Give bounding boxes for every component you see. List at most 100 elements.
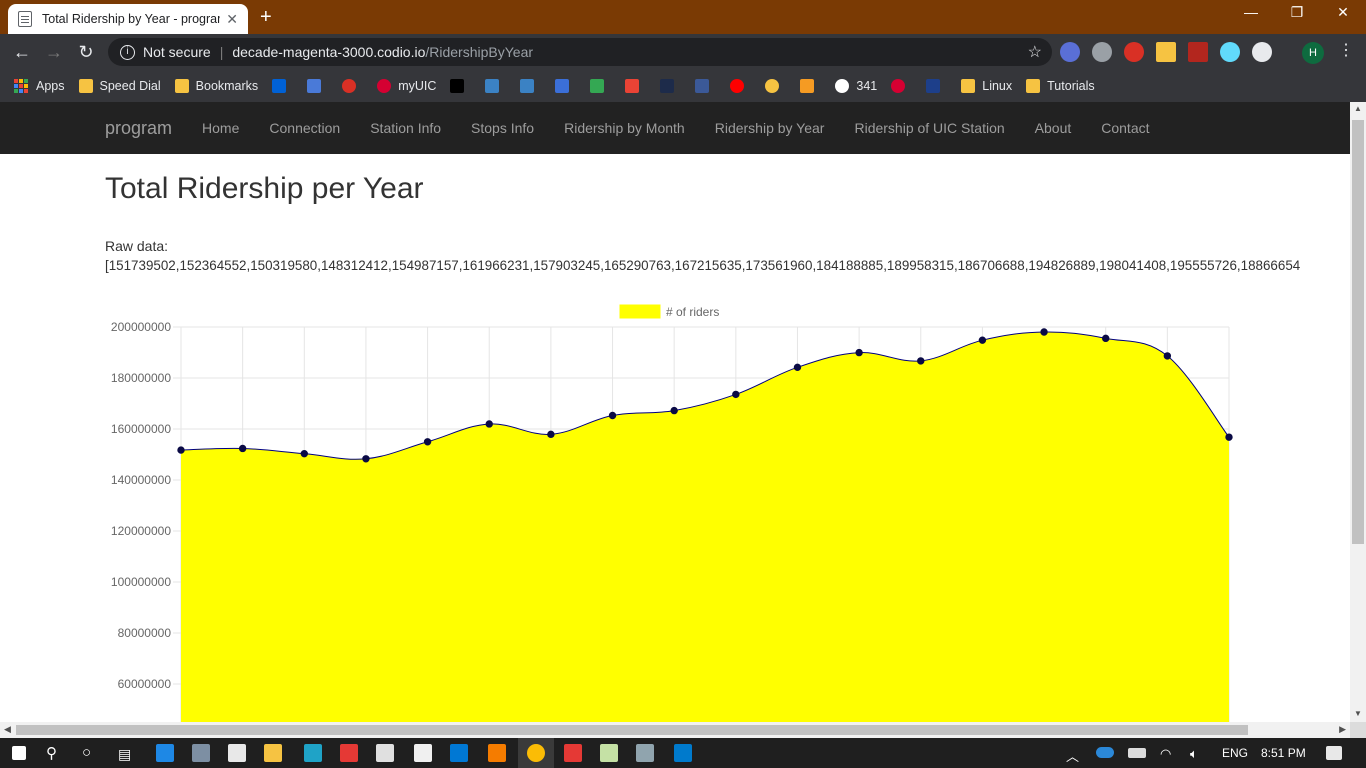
chrome-icon (527, 744, 545, 762)
bookmark-ic[interactable] (485, 79, 506, 93)
search-icon[interactable]: ⚲ (46, 744, 57, 762)
scrollbar-corner (1350, 722, 1366, 738)
bookmark-speed-dial[interactable]: Speed Dial (78, 79, 161, 93)
hand-extension-icon[interactable] (1124, 42, 1144, 62)
bookmark-drive[interactable] (590, 79, 611, 93)
nav-link-about[interactable]: About (1035, 120, 1072, 136)
globe-extension-icon[interactable] (1092, 42, 1112, 62)
url-path: /RidershipByYear (425, 44, 534, 60)
nav-link-home[interactable]: Home (202, 120, 239, 136)
reload-button[interactable]: ↻ (70, 42, 102, 63)
task-view-icon[interactable]: ▤ (118, 746, 131, 763)
notepad-icon[interactable] (600, 744, 618, 762)
bookmark-page[interactable] (307, 79, 328, 93)
battery-icon[interactable] (1128, 748, 1146, 758)
paint-icon[interactable] (636, 744, 654, 762)
edge-icon[interactable] (156, 744, 174, 762)
y-tick-label: 60000000 (118, 677, 172, 691)
bookmark-v[interactable] (660, 79, 681, 93)
bookmark-tutorials[interactable]: Tutorials (1026, 79, 1095, 93)
bookmark-myuic[interactable]: myUIC (377, 79, 436, 93)
red-square-app-icon[interactable] (564, 744, 582, 762)
language-indicator[interactable]: ENG (1222, 746, 1248, 760)
nav-link-stops-info[interactable]: Stops Info (471, 120, 534, 136)
wifi-icon[interactable]: ◠ (1160, 746, 1171, 762)
bookmark-star-icon[interactable]: ☆ (1028, 42, 1042, 62)
bookmark-uic-logo[interactable] (926, 79, 947, 93)
vscode-icon[interactable] (674, 744, 692, 762)
nav-link-ridership-of-uic-station[interactable]: Ridership of UIC Station (854, 120, 1004, 136)
notification-icon[interactable] (1326, 746, 1342, 760)
store-icon[interactable] (228, 744, 246, 762)
mail-icon[interactable] (414, 744, 432, 762)
notes-extension-icon[interactable] (1156, 42, 1176, 62)
nav-link-ridership-by-month[interactable]: Ridership by Month (564, 120, 685, 136)
close-window-button[interactable]: ✕ (1320, 4, 1366, 21)
pdf-extension-icon[interactable] (1188, 42, 1208, 62)
photos-icon[interactable] (376, 744, 394, 762)
scroll-down-icon[interactable]: ▼ (1354, 709, 1362, 718)
y-tick-label: 180000000 (111, 371, 171, 385)
l-app-icon[interactable] (304, 744, 322, 762)
site-navbar: program Home Connection Station Info Stops … (0, 102, 1350, 154)
bookmark-bookmarks[interactable]: Bookmarks (174, 79, 258, 93)
bookmark-zy[interactable] (800, 79, 821, 93)
react-extension-icon[interactable] (1220, 42, 1240, 62)
bookmark-p[interactable] (520, 79, 541, 93)
bookmark-341[interactable]: 341 (835, 79, 877, 93)
red-app-icon[interactable] (340, 744, 358, 762)
clock[interactable]: 8:51 PM (1261, 746, 1306, 760)
horizontal-scroll-thumb[interactable] (16, 725, 1248, 735)
bookmark-c[interactable] (555, 79, 576, 93)
vertical-scroll-thumb[interactable] (1352, 120, 1364, 544)
bookmark-gmail[interactable] (625, 79, 646, 93)
bookmark-facebook[interactable] (695, 79, 716, 93)
address-bar[interactable]: i Not secure | decade-magenta-3000.codio… (108, 38, 1052, 66)
bookmark-blackboard[interactable] (450, 79, 471, 93)
zy-icon (800, 79, 815, 93)
profile-extension-icon[interactable] (1252, 42, 1272, 62)
bookmark-linux[interactable]: Linux (961, 79, 1012, 93)
scroll-right-icon[interactable]: ▶ (1339, 724, 1346, 735)
bookmark-uic[interactable] (891, 79, 912, 93)
scroll-up-icon[interactable]: ▲ (1354, 104, 1362, 113)
onedrive-icon[interactable] (1096, 747, 1114, 758)
cortana-icon[interactable]: ○ (82, 744, 91, 761)
network-tool-icon[interactable] (192, 744, 210, 762)
vlc-icon[interactable] (488, 744, 506, 762)
menu-icon[interactable]: ⋮ (1338, 40, 1354, 60)
restore-button[interactable]: ❐ (1274, 4, 1320, 21)
site-brand[interactable]: program (105, 118, 172, 139)
bookmark-smiley[interactable] (765, 79, 786, 93)
forward-button[interactable]: → (38, 42, 70, 63)
horizontal-scrollbar[interactable]: ◀ ▶ (0, 722, 1350, 738)
outlook-icon[interactable] (450, 744, 468, 762)
extension-1-icon[interactable] (1060, 42, 1080, 62)
volume-icon[interactable]: 🔈︎ (1190, 746, 1198, 762)
data-point (177, 446, 185, 454)
info-icon[interactable]: i (120, 44, 135, 60)
data-point (732, 390, 740, 399)
nav-link-connection[interactable]: Connection (269, 120, 340, 136)
nav-link-contact[interactable]: Contact (1101, 120, 1149, 136)
v-icon (660, 79, 675, 93)
browser-tab[interactable]: Total Ridership by Year - program ✕ (8, 4, 248, 34)
vertical-scrollbar[interactable]: ▲ ▼ (1350, 102, 1366, 722)
new-tab-button[interactable]: + (260, 6, 272, 29)
data-point (1040, 328, 1048, 336)
tab-close-button[interactable]: ✕ (226, 11, 238, 28)
file-explorer-icon[interactable] (264, 744, 282, 762)
bookmark-youtube[interactable] (730, 79, 751, 93)
minimize-button[interactable]: — (1228, 4, 1274, 20)
bookmark-apps[interactable]: Apps (14, 79, 65, 93)
profile-avatar[interactable]: H (1302, 42, 1324, 64)
windows-start-icon[interactable] (12, 746, 26, 760)
bookmark-red-circle[interactable] (342, 79, 363, 93)
nav-link-station-info[interactable]: Station Info (370, 120, 441, 136)
back-button[interactable]: ← (6, 42, 38, 63)
nav-link-ridership-by-year[interactable]: Ridership by Year (715, 120, 825, 136)
bookmark-label: Speed Dial (99, 79, 161, 93)
scroll-left-icon[interactable]: ◀ (4, 724, 11, 735)
bookmark-box[interactable] (272, 79, 293, 93)
tray-expand-icon[interactable]: ︿ (1066, 746, 1079, 765)
